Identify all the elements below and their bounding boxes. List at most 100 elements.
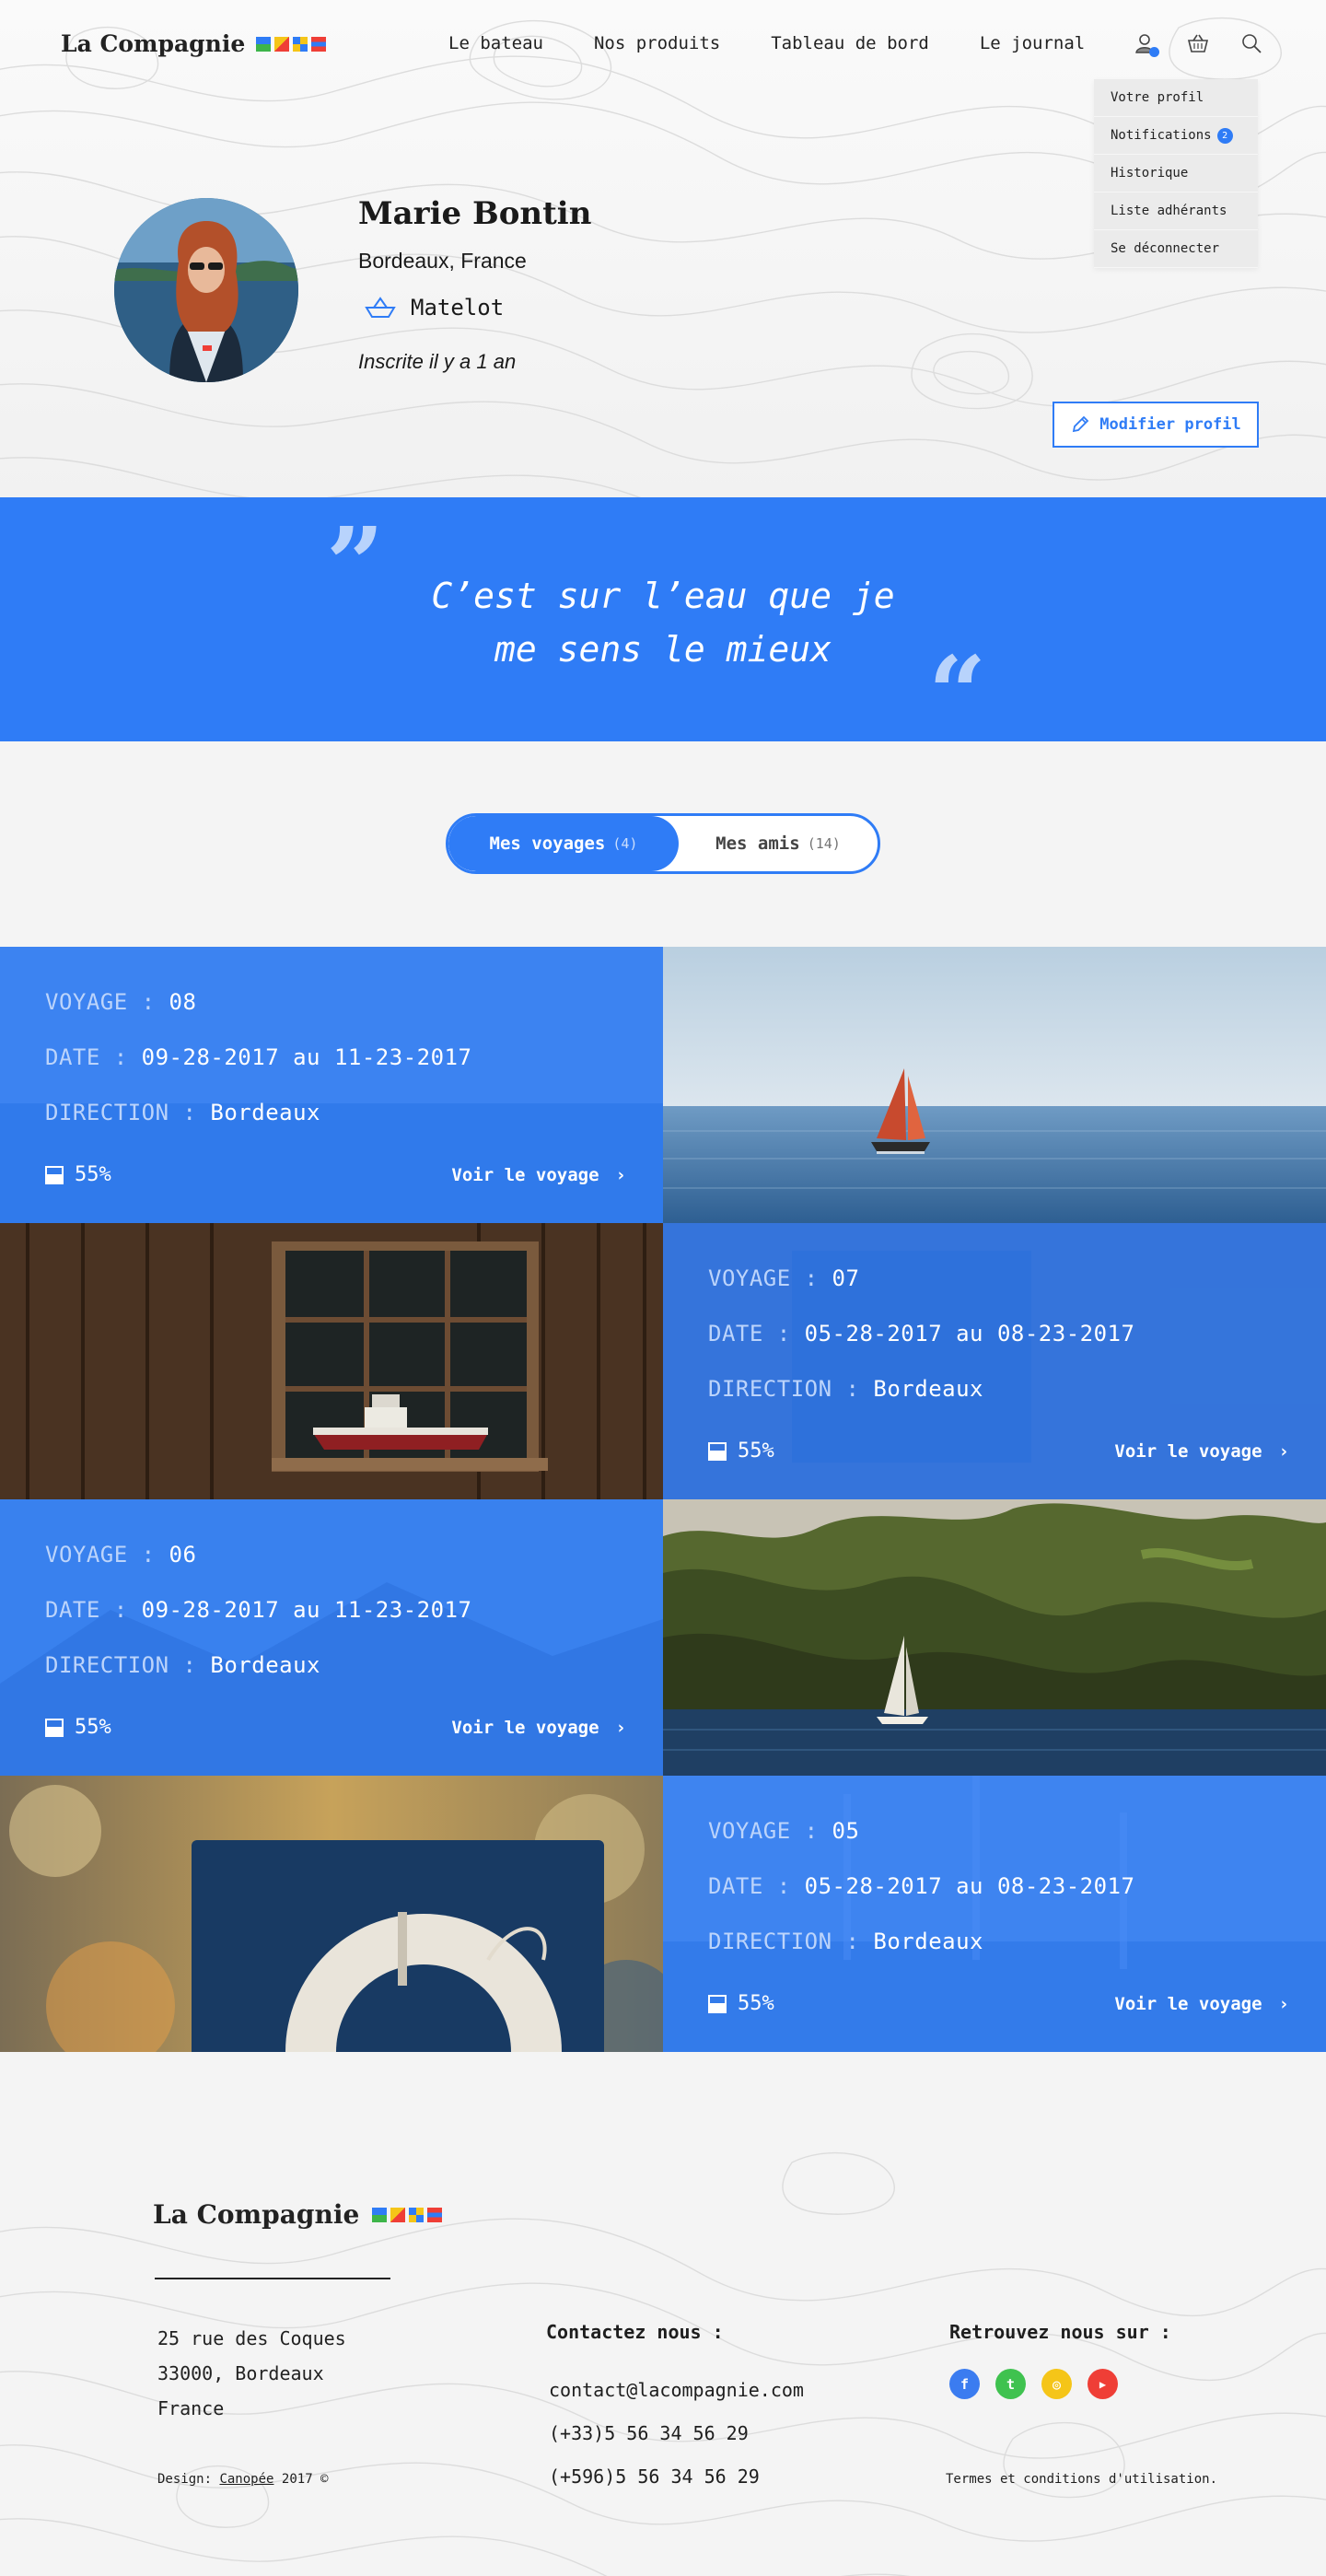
progress-fill [710,2002,725,2011]
trip-direction-line: DIRECTION : Bordeaux [45,1100,626,1131]
tab-mes-amis[interactable]: Mes amis (14) [679,816,878,871]
see-trip-label: Voir le voyage [451,1717,599,1738]
chevron-right-icon: › [1278,1440,1289,1462]
lifebuoy-photo [0,1776,663,2052]
menu-item-logout[interactable]: Se déconnecter [1094,230,1258,268]
see-trip-link[interactable]: Voir le voyage › [1114,1441,1289,1462]
direction-label: DIRECTION : [708,1376,860,1402]
menu-item-members[interactable]: Liste adhérants [1094,192,1258,230]
see-trip-link[interactable]: Voir le voyage › [1114,1994,1289,2014]
flag-icon [293,36,308,52]
trip-direction: Bordeaux [210,1652,320,1678]
date-label: DATE : [708,1873,791,1899]
trip-date-line: DATE : 09-28-2017 au 11-23-2017 [45,1597,626,1628]
signal-flags-icon [372,2207,443,2222]
nav-link-le-bateau[interactable]: Le bateau [448,33,543,53]
profile-tabs: Mes voyages (4) Mes amis (14) [446,813,880,874]
facebook-icon[interactable]: f [949,2369,980,2399]
trip-progress: 55% [45,1163,111,1186]
trip-direction: Bordeaux [873,1929,983,1954]
trip-photo-cliffs [663,1499,1326,1776]
window-boat-photo [0,1223,663,1499]
instagram-icon[interactable]: ◎ [1041,2369,1072,2399]
sailboat-photo [663,947,1326,1223]
cliffs-sailboat-photo [663,1499,1326,1776]
nav-link-nos-produits[interactable]: Nos produits [594,33,720,53]
top-nav: La Compagnie Le bateau Nos produits Tabl… [0,0,1326,92]
contact-phone[interactable]: (+596)5 56 34 56 29 [549,2455,804,2499]
menu-item-notifications[interactable]: Notifications 2 [1094,117,1258,155]
contact-email[interactable]: contact@lacompagnie.com [549,2369,804,2412]
flag-icon [409,2207,425,2222]
youtube-icon[interactable]: ▶ [1088,2369,1118,2399]
trip-date: 05-28-2017 au 08-23-2017 [804,1873,1135,1899]
footer-contact: contact@lacompagnie.com (+33)5 56 34 56 … [549,2369,804,2499]
see-trip-link[interactable]: Voir le voyage › [451,1718,626,1738]
menu-item-notifications-label: Notifications [1111,128,1212,143]
trip-details: VOYAGE : 06 DATE : 09-28-2017 au 11-23-2… [45,1542,626,1708]
trip-card-06[interactable]: VOYAGE : 06 DATE : 09-28-2017 au 11-23-2… [0,1499,663,1776]
direction-label: DIRECTION : [45,1652,197,1678]
quote-banner: ” C’est sur l’eau que je me sens le mieu… [0,497,1326,744]
design-prefix: Design: [157,2472,213,2487]
menu-item-profile[interactable]: Votre profil [1094,79,1258,117]
tab-mes-voyages-count: (4) [612,835,638,852]
trip-photo-window [0,1223,663,1499]
avatar [114,198,298,382]
date-label: DATE : [45,1597,128,1623]
flag-icon [311,36,327,52]
trip-photo-lifebuoy [0,1776,663,2052]
trip-row: VOYAGE : 05 DATE : 05-28-2017 au 08-23-2… [0,1776,1326,2052]
twitter-icon[interactable]: t [995,2369,1026,2399]
trip-photo-sailboat [663,947,1326,1223]
trip-footer: 55% Voir le voyage › [45,1716,626,1739]
trip-date-line: DATE : 05-28-2017 au 08-23-2017 [708,1873,1289,1905]
profile-member-since: Inscrite il y a 1 an [358,350,517,373]
contact-phone[interactable]: (+33)5 56 34 56 29 [549,2412,804,2455]
address-line: 25 rue des Coques [157,2327,346,2349]
basket-icon[interactable] [1186,31,1210,55]
quote-line-1: C’est sur l’eau que je [431,576,895,616]
brand-logo[interactable]: La Compagnie [61,30,327,57]
flag-icon [427,2207,443,2222]
nav-link-tableau-de-bord[interactable]: Tableau de bord [771,33,929,53]
progress-value: 55% [738,1992,774,2015]
footer-divider [155,2278,390,2279]
notification-badge: 2 [1216,127,1233,144]
trip-row: VOYAGE : 06 DATE : 09-28-2017 au 11-23-2… [0,1499,1326,1776]
trip-card-05[interactable]: VOYAGE : 05 DATE : 05-28-2017 au 08-23-2… [663,1776,1326,2052]
user-icon[interactable] [1133,31,1159,57]
progress-fill [710,1450,725,1459]
progress-icon [708,1994,727,2013]
footer-address: 25 rue des Coques 33000, Bordeaux France [157,2321,346,2426]
contact-title: Contactez nous : [546,2321,724,2343]
profile-location: Bordeaux, France [358,249,527,273]
trip-voyage-line: VOYAGE : 05 [708,1818,1289,1849]
trip-details: VOYAGE : 08 DATE : 09-28-2017 au 11-23-2… [45,989,626,1155]
terms-link[interactable]: Termes et conditions d'utilisation. [946,2472,1217,2487]
menu-item-history[interactable]: Historique [1094,155,1258,192]
search-icon[interactable] [1239,31,1263,55]
progress-fill [47,1726,62,1735]
progress-icon [45,1165,64,1184]
see-trip-link[interactable]: Voir le voyage › [451,1165,626,1185]
nav-link-le-journal[interactable]: Le journal [980,33,1085,53]
voyage-number: 06 [169,1542,197,1568]
design-credit-link[interactable]: Canopée [219,2472,273,2487]
chevron-right-icon: › [615,1164,626,1185]
trip-row: VOYAGE : 08 DATE : 09-28-2017 au 11-23-2… [0,947,1326,1223]
profile-name: Marie Bontin [358,195,592,232]
social-links: f t ◎ ▶ [949,2369,1118,2399]
trip-direction-line: DIRECTION : Bordeaux [45,1652,626,1684]
footer-logo[interactable]: La Compagnie [153,2199,443,2230]
voyage-label: VOYAGE : [708,1818,819,1844]
tab-mes-voyages[interactable]: Mes voyages (4) [448,816,679,871]
main-menu: Le bateau Nos produits Tableau de bord L… [448,33,1085,53]
footer-brand-name: La Compagnie [153,2199,360,2230]
edit-profile-button[interactable]: Modifier profil [1053,402,1259,448]
trip-details: VOYAGE : 05 DATE : 05-28-2017 au 08-23-2… [708,1818,1289,1984]
address-line: 33000, Bordeaux [157,2362,324,2384]
open-quote-mark: ” [326,505,385,624]
trip-card-07[interactable]: VOYAGE : 07 DATE : 05-28-2017 au 08-23-2… [663,1223,1326,1499]
trip-card-08[interactable]: VOYAGE : 08 DATE : 09-28-2017 au 11-23-2… [0,947,663,1223]
